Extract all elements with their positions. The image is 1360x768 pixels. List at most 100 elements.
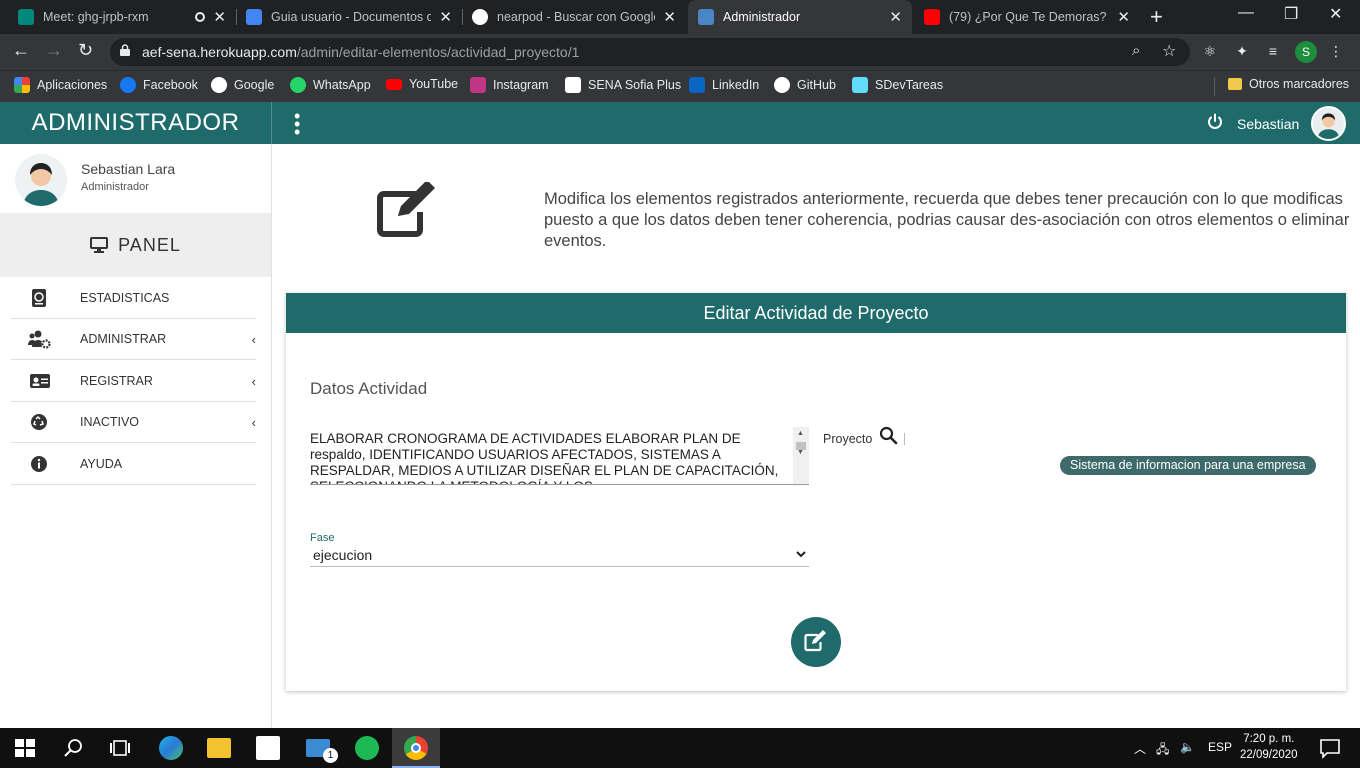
bookmark-github[interactable]: GitHub (774, 77, 836, 93)
bookmark-other[interactable]: Otros marcadores (1228, 77, 1349, 91)
restore-icon[interactable]: ❐ (1284, 4, 1298, 24)
chrome-taskbar-active[interactable] (392, 728, 440, 768)
bookmark-google[interactable]: Google (211, 77, 274, 93)
browser-menu-icon[interactable]: ⋮ (1328, 43, 1344, 59)
close-tab-icon[interactable]: ✕ (1117, 8, 1130, 26)
project-chip[interactable]: Sistema de informacion para una empresa (1060, 456, 1316, 475)
scroll-up-icon[interactable]: ▲ (797, 430, 804, 437)
fase-value: ejecucion (313, 547, 373, 563)
instagram-icon (470, 77, 486, 93)
close-tab-icon[interactable]: ✕ (663, 8, 676, 26)
browser-tab-google[interactable]: nearpod - Buscar con Google ✕ (462, 0, 686, 34)
activity-text: ELABORAR CRONOGRAMA DE ACTIVIDADES ELABO… (310, 431, 779, 484)
passport-icon (32, 289, 46, 307)
project-input-cursor[interactable] (904, 433, 905, 445)
close-tab-icon[interactable]: ✕ (889, 8, 902, 26)
scroll-down-icon[interactable]: ▼ (797, 449, 804, 456)
vertical-dots-menu-icon[interactable]: • • • (294, 107, 300, 141)
clock-date: 22/09/2020 (1240, 749, 1298, 761)
avatar (15, 154, 67, 206)
save-edit-button[interactable] (791, 617, 841, 667)
sidebar-profile: Sebastian Lara Administrador (0, 144, 271, 213)
bookmark-star-icon[interactable]: ☆ (1162, 41, 1176, 61)
media-icon[interactable]: ≡ (1265, 43, 1281, 59)
mail-badge: 1 (323, 748, 338, 763)
edit-icon (377, 182, 435, 237)
chevron-down-icon (796, 551, 806, 558)
sidebar-item-estadisticas[interactable]: ESTADISTICAS (11, 278, 256, 319)
folder-icon (1228, 78, 1242, 90)
bookmark-sdevtareas[interactable]: SDevTareas (852, 77, 943, 93)
bookmark-apps[interactable]: Aplicaciones (14, 77, 107, 93)
textarea-scrollbar[interactable]: ▲ ▼ (793, 427, 809, 484)
clock[interactable]: 7:20 p. m. 22/09/2020 (1240, 731, 1298, 763)
close-tab-icon[interactable]: ✕ (439, 8, 452, 26)
file-explorer-icon[interactable] (207, 738, 231, 758)
recycle-icon (31, 414, 47, 430)
main-content: Modifica los elementos registrados anter… (272, 144, 1360, 728)
extensions-icon[interactable]: ✦ (1234, 43, 1250, 59)
taskbar: 1 ︿ 🖧 🔈 ESP 7:20 p. m. 22/09/2020 (0, 728, 1360, 768)
chevron-left-icon: ‹ (251, 331, 256, 347)
sidebar-item-registrar[interactable]: REGISTRAR ‹ (11, 361, 256, 402)
url-host: aef-sena.herokuapp.com (142, 44, 297, 60)
bookmark-whatsapp[interactable]: WhatsApp (290, 77, 371, 93)
chevron-left-icon: ‹ (251, 373, 256, 389)
browser-tab-docs[interactable]: Guia usuario - Documentos de ✕ (236, 0, 462, 34)
reload-icon[interactable]: ↻ (78, 40, 93, 61)
fase-label: Fase (310, 532, 335, 544)
users-cog-icon (28, 330, 51, 349)
sidebar-item-inactivo[interactable]: INACTIVO ‹ (11, 402, 256, 443)
bookmarks-bar: Aplicaciones Facebook Google WhatsApp Yo… (0, 70, 1360, 102)
fase-select[interactable]: ejecucion (310, 544, 809, 567)
search-icon[interactable] (879, 426, 899, 446)
avatar[interactable] (1311, 106, 1346, 141)
sidebar: Sebastian Lara Administrador PANEL ESTAD… (0, 144, 272, 728)
sidebar-item-ayuda[interactable]: AYUDA (11, 444, 256, 485)
chevron-left-icon: ‹ (251, 414, 256, 430)
bookmark-linkedin[interactable]: LinkedIn (689, 77, 759, 93)
top-navbar: ADMINISTRADOR • • • Sebastian (0, 102, 1360, 144)
url-field[interactable]: aef-sena.herokuapp.com/admin/editar-elem… (110, 38, 1190, 66)
zoom-icon[interactable]: ⌕ (1132, 42, 1140, 59)
profile-avatar[interactable]: S (1295, 41, 1317, 63)
whatsapp-icon (290, 77, 306, 93)
language-indicator[interactable]: ESP (1208, 740, 1232, 754)
task-view-icon[interactable] (108, 736, 132, 760)
back-icon[interactable]: ← (12, 40, 30, 61)
spotify-icon[interactable] (355, 736, 379, 760)
close-tab-icon[interactable]: ✕ (213, 8, 226, 26)
store-icon[interactable] (256, 736, 280, 760)
network-icon[interactable]: 🖧 (1156, 740, 1169, 761)
new-tab-button[interactable]: + (1150, 4, 1163, 30)
search-icon[interactable] (62, 736, 86, 760)
bookmark-youtube[interactable]: YouTube (386, 77, 458, 91)
sena-icon (565, 77, 581, 93)
volume-icon[interactable]: 🔈 (1180, 740, 1195, 754)
react-devtools-icon[interactable]: ⚛ (1202, 43, 1218, 59)
forward-icon[interactable]: → (45, 40, 63, 61)
browser-tab-youtube[interactable]: (79) ¿Por Que Te Demoras? - Y ✕ (914, 0, 1140, 34)
youtube-icon (386, 78, 402, 90)
edge-icon[interactable] (159, 736, 183, 760)
address-bar: ← → ↻ aef-sena.herokuapp.com/admin/edita… (0, 34, 1360, 70)
sidebar-user-name: Sebastian Lara (81, 161, 176, 177)
browser-tab-meet[interactable]: Meet: ghg-jrpb-rxm ✕ (8, 0, 236, 34)
panel-button[interactable]: PANEL (0, 213, 271, 277)
bookmark-instagram[interactable]: Instagram (470, 77, 549, 93)
bookmark-facebook[interactable]: Facebook (120, 77, 198, 93)
close-window-icon[interactable]: ✕ (1329, 4, 1342, 24)
monitor-icon (90, 237, 109, 253)
notifications-icon[interactable] (1318, 736, 1342, 760)
power-icon[interactable] (1206, 113, 1224, 131)
recording-icon (195, 12, 206, 22)
show-hidden-icons-icon[interactable]: ︿ (1134, 740, 1146, 757)
bookmark-sena[interactable]: SENA Sofia Plus (565, 77, 681, 93)
sidebar-item-administrar[interactable]: ADMINISTRAR ‹ (11, 319, 256, 360)
windows-start-icon[interactable] (13, 736, 37, 760)
intro-text: Modifica los elementos registrados anter… (544, 190, 1350, 250)
browser-tab-administrador[interactable]: Administrador ✕ (688, 0, 912, 34)
activity-textarea[interactable]: ELABORAR CRONOGRAMA DE ACTIVIDADES ELABO… (310, 427, 809, 485)
top-user-name[interactable]: Sebastian (1237, 116, 1299, 132)
minimize-icon[interactable]: — (1238, 4, 1254, 22)
